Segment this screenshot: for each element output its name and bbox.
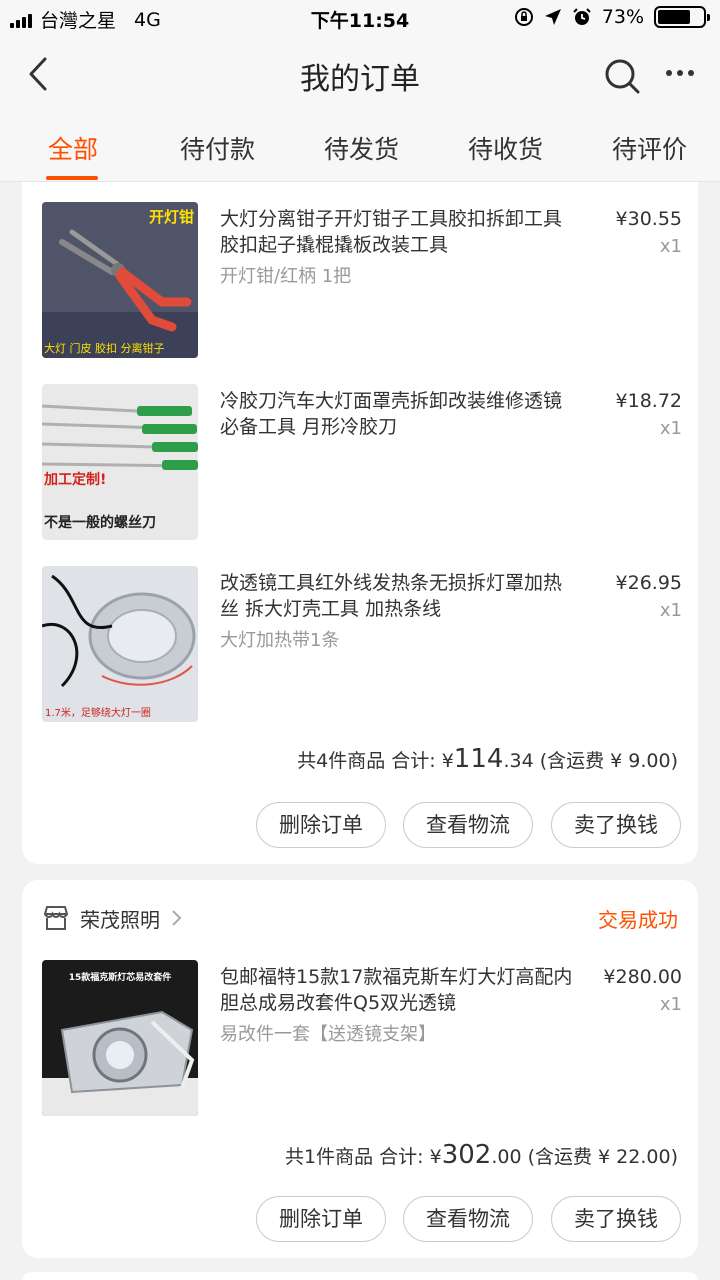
battery-icon bbox=[654, 6, 710, 28]
product-price: ¥18.72 bbox=[615, 390, 682, 412]
order-card: 荣茂照明 交易成功 15款福克斯灯芯易改套件 包邮福特15款17款福克斯车灯大灯… bbox=[22, 880, 698, 1258]
product-image: 15款福克斯灯芯易改套件 bbox=[42, 960, 198, 1116]
thumb-text: 1.7米，足够绕大灯一圈 bbox=[45, 706, 151, 719]
nav-bar: 我的订单 bbox=[0, 36, 720, 112]
resell-button[interactable]: 卖了换钱 bbox=[551, 802, 681, 848]
battery-percent: 73% bbox=[601, 6, 644, 28]
tab-pending-review[interactable]: 待评价 bbox=[612, 130, 687, 166]
tab-all[interactable]: 全部 bbox=[48, 130, 98, 166]
product-quantity: x1 bbox=[659, 600, 682, 621]
shop-link[interactable]: 荣茂照明 bbox=[42, 902, 184, 934]
chevron-right-icon bbox=[172, 910, 182, 926]
view-logistics-button[interactable]: 查看物流 bbox=[403, 802, 533, 848]
order-tabs: 全部 待付款 待发货 待收货 待评价 bbox=[0, 112, 720, 182]
order-card: 开灯钳 大灯 门皮 胶扣 分离钳子 大灯分离钳子开灯钳子工具胶扣拆卸工具胶扣起子… bbox=[22, 182, 698, 864]
view-logistics-button[interactable]: 查看物流 bbox=[403, 1196, 533, 1242]
product-price: ¥26.95 bbox=[615, 572, 682, 594]
alarm-icon bbox=[573, 8, 591, 25]
resell-button[interactable]: 卖了换钱 bbox=[551, 1196, 681, 1242]
more-dots-icon bbox=[666, 70, 672, 76]
order-summary: 共4件商品 合计: ¥114.34 (含运费 ¥ 9.00) bbox=[297, 744, 678, 774]
shipping-fee: (含运费 ¥ 9.00) bbox=[533, 750, 678, 772]
shop-icon bbox=[44, 906, 68, 930]
product-image: 1.7米，足够绕大灯一圈 bbox=[42, 566, 198, 722]
tab-pending-shipment[interactable]: 待发货 bbox=[324, 130, 399, 166]
delete-order-button[interactable]: 删除订单 bbox=[256, 1196, 386, 1242]
status-bar: 台灣之星 4G 下午11:54 73% bbox=[0, 0, 720, 36]
total-amount: 302 bbox=[441, 1140, 492, 1170]
product-image: 加工定制! 不是一般的螺丝刀 bbox=[42, 384, 198, 540]
more-button[interactable] bbox=[660, 58, 700, 88]
total-amount: 114 bbox=[453, 744, 504, 774]
product-sku: 大灯加热带1条 bbox=[220, 630, 340, 651]
product-quantity: x1 bbox=[659, 236, 682, 257]
tab-pending-payment[interactable]: 待付款 bbox=[180, 130, 255, 166]
order-item[interactable]: 开灯钳 大灯 门皮 胶扣 分离钳子 大灯分离钳子开灯钳子工具胶扣拆卸工具胶扣起子… bbox=[42, 202, 682, 360]
product-title: 包邮福特15款17款福克斯车灯大灯高配内胆总成易改套件Q5双光透镜 bbox=[220, 966, 573, 1014]
order-item[interactable]: 15款福克斯灯芯易改套件 包邮福特15款17款福克斯车灯大灯高配内胆总成易改套件… bbox=[42, 960, 682, 1118]
product-price: ¥30.55 bbox=[615, 208, 682, 230]
search-icon bbox=[605, 59, 640, 94]
summary-prefix: 共1件商品 合计: ¥ bbox=[285, 1146, 442, 1168]
order-item[interactable]: 1.7米，足够绕大灯一圈 改透镜工具红外线发热条无损拆灯罩加热丝 拆大灯壳工具 … bbox=[42, 566, 682, 724]
thumb-text: 15款福克斯灯芯易改套件 bbox=[69, 971, 172, 983]
shop-name: 荣茂照明 bbox=[80, 907, 160, 932]
order-item[interactable]: 加工定制! 不是一般的螺丝刀 冷胶刀汽车大灯面罩壳拆卸改装维修透镜必备工具 月形… bbox=[42, 384, 682, 542]
thumb-text: 加工定制! bbox=[43, 471, 106, 488]
product-sku: 开灯钳/红柄 1把 bbox=[220, 266, 352, 287]
product-title: 大灯分离钳子开灯钳子工具胶扣拆卸工具胶扣起子撬棍撬板改装工具 bbox=[220, 208, 563, 256]
product-quantity: x1 bbox=[659, 418, 682, 439]
search-button[interactable] bbox=[600, 54, 644, 98]
order-card-partial bbox=[22, 1272, 698, 1280]
summary-prefix: 共4件商品 合计: ¥ bbox=[297, 750, 454, 772]
product-price: ¥280.00 bbox=[603, 966, 682, 988]
tab-pending-receipt[interactable]: 待收货 bbox=[468, 130, 543, 166]
product-title: 改透镜工具红外线发热条无损拆灯罩加热丝 拆大灯壳工具 加热条线 bbox=[220, 572, 563, 620]
battery-fill bbox=[658, 10, 691, 24]
product-image: 开灯钳 大灯 门皮 胶扣 分离钳子 bbox=[42, 202, 198, 358]
shipping-fee: (含运费 ¥ 22.00) bbox=[521, 1146, 678, 1168]
order-status: 交易成功 bbox=[598, 908, 678, 932]
total-decimal: .00 bbox=[491, 1146, 522, 1168]
product-quantity: x1 bbox=[659, 994, 682, 1015]
location-icon bbox=[544, 9, 561, 25]
delete-order-button[interactable]: 删除订单 bbox=[256, 802, 386, 848]
product-sku: 易改件一套【送透镜支架】 bbox=[220, 1024, 436, 1045]
thumb-text: 不是一般的螺丝刀 bbox=[44, 514, 156, 531]
thumb-text: 大灯 门皮 胶扣 分离钳子 bbox=[44, 341, 165, 355]
thumb-text: 开灯钳 bbox=[149, 208, 194, 226]
order-summary: 共1件商品 合计: ¥302.00 (含运费 ¥ 22.00) bbox=[285, 1140, 678, 1170]
total-decimal: .34 bbox=[503, 750, 534, 772]
orientation-lock-icon bbox=[514, 8, 533, 26]
product-title: 冷胶刀汽车大灯面罩壳拆卸改装维修透镜必备工具 月形冷胶刀 bbox=[220, 390, 563, 438]
tab-indicator bbox=[46, 176, 98, 180]
